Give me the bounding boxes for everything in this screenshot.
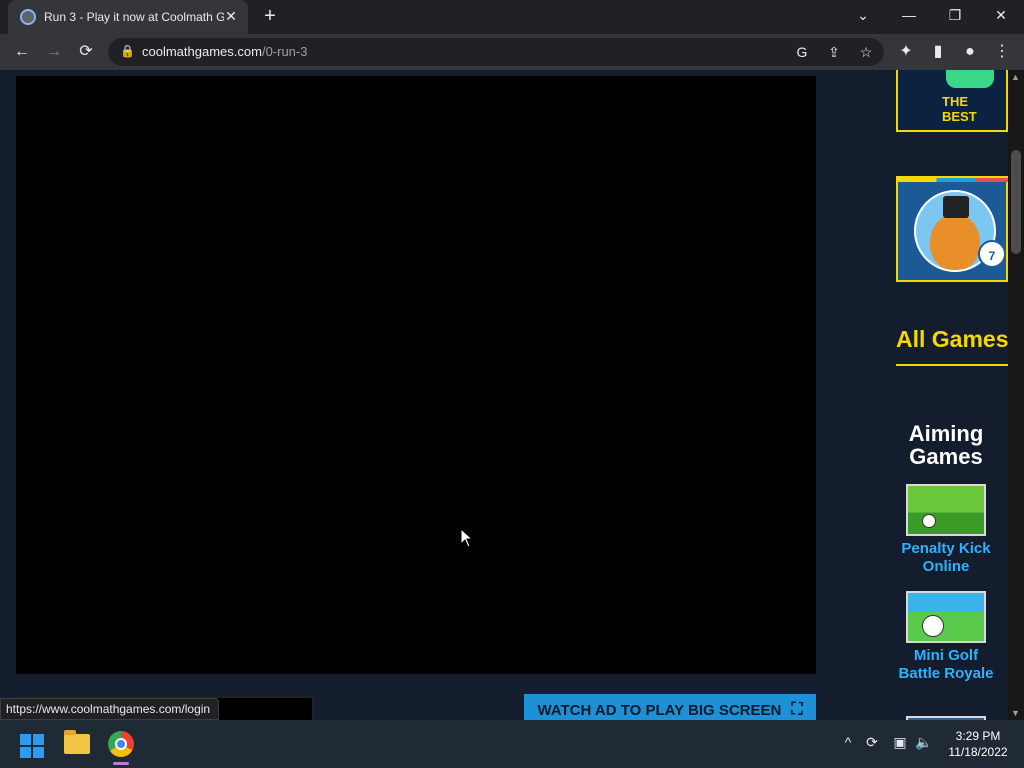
mouse-cursor-icon	[460, 528, 474, 548]
file-explorer-icon[interactable]	[64, 730, 90, 754]
tab-title: Run 3 - Play it now at Coolmath Games	[44, 10, 224, 24]
tab-close-button[interactable]: ✕	[222, 8, 240, 25]
link-status-bubble: https://www.coolmathgames.com/login	[0, 698, 220, 720]
scroll-up-arrow-icon[interactable]: ▲	[1011, 72, 1020, 82]
scrollbar-thumb[interactable]	[1011, 150, 1021, 254]
reload-button[interactable]: ⟳	[74, 40, 98, 64]
browser-tab-active[interactable]: Run 3 - Play it now at Coolmath Games ✕	[8, 0, 248, 34]
top-hat-icon	[943, 196, 969, 218]
all-games-heading[interactable]: All Games	[896, 326, 1008, 366]
active-app-indicator	[113, 762, 129, 765]
windows-start-icon[interactable]	[20, 734, 44, 758]
os-taskbar: ^ ⟳ ▣ 🔈 3:29 PM 11/18/2022	[0, 720, 1024, 768]
card-stripe	[898, 178, 1008, 182]
category-heading: Aiming Games	[908, 421, 984, 469]
mini-golf-thumbnail[interactable]	[906, 591, 986, 643]
lock-icon[interactable]: 🔒	[120, 44, 135, 58]
system-clock[interactable]: 3:29 PM 11/18/2022	[944, 728, 1012, 760]
game-canvas[interactable]	[16, 76, 816, 674]
promo-ad-banner[interactable]: THE BEST	[896, 70, 1008, 132]
avatar-promo-card[interactable]: 7	[896, 176, 1008, 282]
tab-search-button[interactable]: ⌄	[840, 0, 886, 32]
chrome-taskbar-icon[interactable]	[108, 731, 134, 757]
site-favicon-icon	[20, 9, 36, 25]
address-bar[interactable]: 🔒 coolmathgames.com/0-run-3 G ⇪ ☆	[108, 38, 884, 66]
ad-best-text: THE BEST	[942, 94, 977, 124]
game-title-penalty-kick[interactable]: Penalty Kick Online	[896, 540, 996, 576]
url-path: /0-run-3	[261, 44, 308, 59]
watch-ad-label: WATCH AD TO PLAY BIG SCREEN	[537, 701, 782, 719]
golf-ball-icon	[922, 615, 944, 637]
game-title-mini-golf[interactable]: Mini Golf Battle Royale	[896, 647, 996, 683]
volume-icon[interactable]: 🔈	[914, 734, 934, 751]
close-window-button[interactable]: ✕	[978, 0, 1024, 32]
forward-button[interactable]: →	[42, 40, 66, 64]
level-badge: 7	[978, 240, 1006, 268]
watch-ad-big-screen-button[interactable]: WATCH AD TO PLAY BIG SCREEN ⛶	[524, 694, 816, 720]
sync-icon[interactable]: ⟳	[862, 734, 882, 751]
fullscreen-icon: ⛶	[791, 701, 803, 718]
lion-icon	[930, 214, 980, 270]
browser-toolbar: ← → ⟳ 🔒 coolmathgames.com/0-run-3 G ⇪ ☆ …	[0, 34, 1024, 70]
address-bar-url[interactable]: coolmathgames.com/0-run-3	[142, 44, 307, 59]
clock-date: 11/18/2022	[948, 745, 1008, 759]
share-icon[interactable]: ⇪	[824, 42, 844, 62]
url-domain: coolmathgames.com	[142, 44, 262, 59]
browser-tab-strip: Run 3 - Play it now at Coolmath Games ✕ …	[0, 0, 1024, 34]
back-button[interactable]: ←	[10, 40, 34, 64]
google-lens-icon[interactable]: G	[792, 42, 812, 62]
network-icon[interactable]: ▣	[890, 734, 910, 751]
profile-icon[interactable]: ●	[958, 40, 982, 64]
browser-menu-icon[interactable]: ⋮	[990, 40, 1014, 64]
play-badge-icon	[946, 70, 994, 88]
clock-time: 3:29 PM	[955, 729, 1001, 743]
side-panel-icon[interactable]: ▮	[926, 40, 950, 64]
scroll-down-arrow-icon[interactable]: ▼	[1011, 708, 1020, 718]
page-content: WATCH AD TO PLAY BIG SCREEN ⛶ THE BEST 7…	[0, 70, 1008, 720]
minimize-button[interactable]: —	[886, 0, 932, 32]
penalty-kick-thumbnail[interactable]	[906, 484, 986, 536]
extensions-icon[interactable]: ✦	[894, 40, 918, 64]
soccer-ball-icon	[922, 514, 936, 528]
chevron-up-icon[interactable]: ^	[838, 734, 858, 750]
restore-button[interactable]: ❐	[932, 0, 978, 32]
bookmark-star-icon[interactable]: ☆	[856, 42, 876, 62]
new-tab-button[interactable]: +	[258, 5, 282, 29]
page-scrollbar[interactable]: ▲ ▼	[1008, 70, 1024, 720]
